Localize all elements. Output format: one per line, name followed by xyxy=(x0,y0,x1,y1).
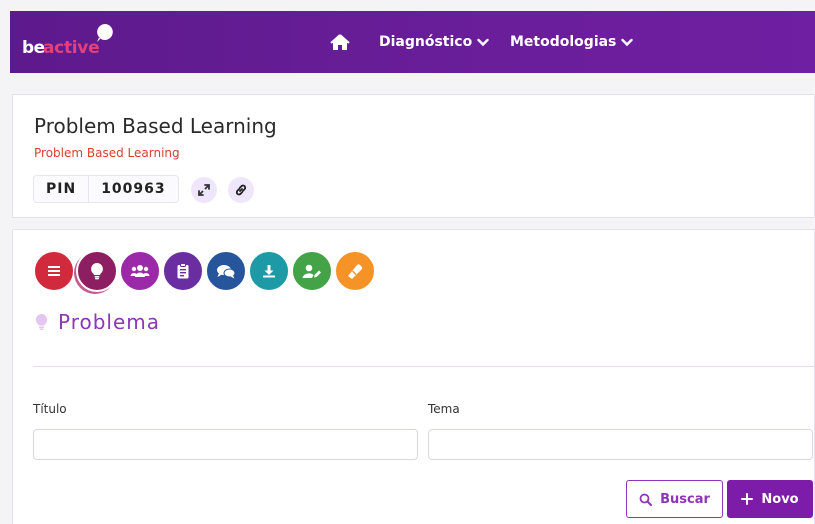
new-button-label: Novo xyxy=(761,491,799,507)
nav-metodologias-label: Metodologias xyxy=(510,34,617,50)
search-icon xyxy=(639,493,653,506)
new-button[interactable]: Novo xyxy=(727,480,813,518)
expand-icon xyxy=(198,184,210,196)
chevron-down-icon xyxy=(621,38,634,46)
app-frame: be active Diagnóstico Metodologias Probl… xyxy=(0,0,815,524)
nav-diagnostico-label: Diagnóstico xyxy=(379,34,473,50)
methodology-info-card: Problem Based Learning Problem Based Lea… xyxy=(12,94,815,218)
page-subtitle: Problem Based Learning xyxy=(34,146,180,160)
link-icon xyxy=(235,184,247,196)
menu-tool-button[interactable] xyxy=(33,250,75,292)
lightbulb-icon xyxy=(35,314,48,330)
home-icon xyxy=(330,33,350,50)
logo-active-text: active xyxy=(43,38,100,58)
lightbulb-icon xyxy=(91,263,103,280)
tema-label: Tema xyxy=(428,402,460,416)
beactive-logo[interactable]: be active xyxy=(22,23,122,63)
users-icon xyxy=(130,265,150,277)
eraser-icon xyxy=(348,264,363,279)
chevron-down-icon xyxy=(477,38,489,46)
nav-home[interactable] xyxy=(330,11,350,73)
logo-bubble-icon xyxy=(97,24,113,42)
team-tool-button[interactable] xyxy=(119,250,161,292)
clipboard-icon xyxy=(177,263,189,279)
reflection-tool-button[interactable] xyxy=(334,250,376,292)
section-heading: Problema xyxy=(35,310,160,334)
titulo-label: Título xyxy=(33,402,67,416)
download-icon xyxy=(263,265,275,278)
nav-diagnostico[interactable]: Diagnóstico xyxy=(379,11,489,73)
problem-section-card: Problema Título Tema Buscar Novo xyxy=(12,229,815,524)
pin-value: 100963 xyxy=(101,181,166,197)
evaluate-tool-button[interactable] xyxy=(291,250,333,292)
plus-icon xyxy=(741,493,754,505)
section-divider xyxy=(33,366,815,367)
page-title: Problem Based Learning xyxy=(34,114,277,138)
section-title: Problema xyxy=(58,310,161,334)
tool-buttons xyxy=(33,250,376,292)
nav-metodologias[interactable]: Metodologias xyxy=(510,11,634,73)
copy-link-button[interactable] xyxy=(228,177,254,203)
nav-diagnostico-item[interactable]: Diagnóstico xyxy=(379,34,489,50)
user-edit-icon xyxy=(302,264,321,278)
comments-icon xyxy=(217,264,236,278)
expand-button[interactable] xyxy=(191,177,217,203)
titulo-input[interactable] xyxy=(33,429,418,460)
tema-input[interactable] xyxy=(428,429,813,460)
problem-tool-button[interactable] xyxy=(76,250,118,292)
search-button[interactable]: Buscar xyxy=(626,480,723,518)
menu-icon xyxy=(48,266,60,276)
discussion-tool-button[interactable] xyxy=(205,250,247,292)
tasks-tool-button[interactable] xyxy=(162,250,204,292)
pin-box: PIN 100963 xyxy=(33,175,179,203)
top-navbar: be active Diagnóstico Metodologias xyxy=(10,11,815,73)
search-button-label: Buscar xyxy=(660,491,710,507)
logo-be-text: be xyxy=(22,38,45,58)
pin-label: PIN xyxy=(34,176,90,202)
nav-metodologias-item[interactable]: Metodologias xyxy=(510,34,634,50)
download-tool-button[interactable] xyxy=(248,250,290,292)
